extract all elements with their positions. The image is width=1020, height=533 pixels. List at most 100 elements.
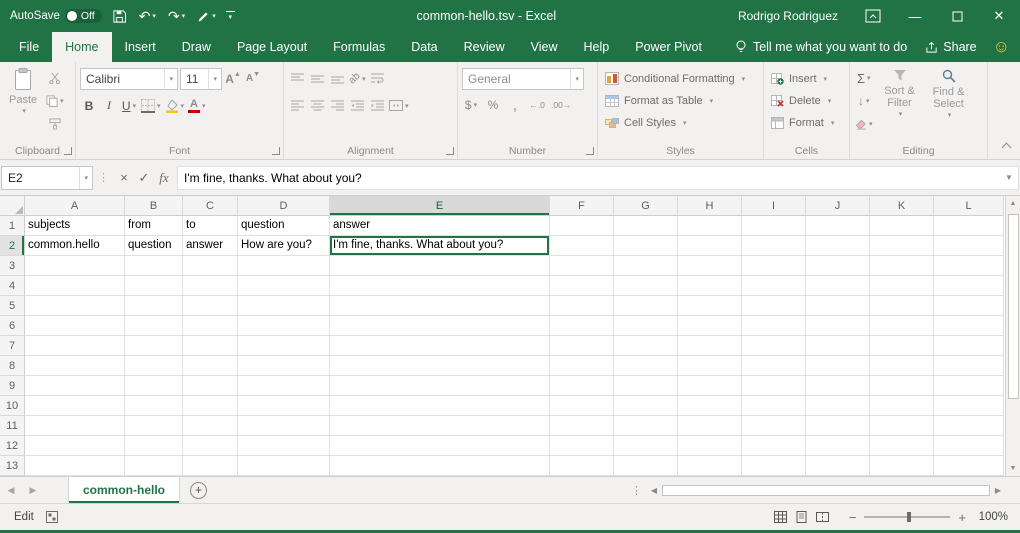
cell-F6[interactable] xyxy=(550,316,614,336)
format-as-table-chevron-icon[interactable]: ▾ xyxy=(710,97,714,105)
sort-filter-chevron-icon[interactable]: ▾ xyxy=(899,109,903,121)
cell-A2[interactable]: common.hello xyxy=(25,236,125,256)
cell-I5[interactable] xyxy=(742,296,806,316)
cell-A9[interactable] xyxy=(25,376,125,396)
name-box[interactable]: E2 ▾ xyxy=(1,166,93,190)
cell-H6[interactable] xyxy=(678,316,742,336)
cell-B2[interactable]: question xyxy=(125,236,183,256)
cell-H13[interactable] xyxy=(678,456,742,476)
zoom-slider[interactable] xyxy=(864,516,950,518)
cell-I6[interactable] xyxy=(742,316,806,336)
format-as-table-button[interactable]: Format as Table ▾ xyxy=(602,90,759,111)
cell-F4[interactable] xyxy=(550,276,614,296)
column-header-I[interactable]: I xyxy=(742,196,806,216)
cell-G2[interactable] xyxy=(614,236,678,256)
cell-E13[interactable] xyxy=(330,456,550,476)
cell-J7[interactable] xyxy=(806,336,870,356)
scroll-right-icon[interactable]: ▶ xyxy=(990,486,1006,495)
scroll-left-icon[interactable]: ◀ xyxy=(646,486,662,495)
insert-function-button[interactable]: fx xyxy=(154,166,174,190)
collapse-ribbon-button[interactable] xyxy=(1002,143,1012,153)
font-color-button[interactable]: A ▾ xyxy=(187,96,207,116)
conditional-formatting-button[interactable]: Conditional Formatting ▾ xyxy=(602,68,759,89)
cell-L7[interactable] xyxy=(934,336,1004,356)
cell-B8[interactable] xyxy=(125,356,183,376)
cell-E6[interactable] xyxy=(330,316,550,336)
user-name[interactable]: Rodrigo Rodriguez xyxy=(738,9,838,23)
cell-B13[interactable] xyxy=(125,456,183,476)
cell-E11[interactable] xyxy=(330,416,550,436)
cell-H7[interactable] xyxy=(678,336,742,356)
ribbon-tab-draw[interactable]: Draw xyxy=(169,32,224,62)
cell-J10[interactable] xyxy=(806,396,870,416)
cell-J3[interactable] xyxy=(806,256,870,276)
cell-G12[interactable] xyxy=(614,436,678,456)
row-header-5[interactable]: 5 xyxy=(0,296,25,316)
cell-B3[interactable] xyxy=(125,256,183,276)
cell-D6[interactable] xyxy=(238,316,330,336)
cell-L10[interactable] xyxy=(934,396,1004,416)
normal-view-button[interactable] xyxy=(774,511,787,523)
autosave-toggle[interactable]: AutoSave Off xyxy=(10,9,102,23)
find-select-chevron-icon[interactable]: ▾ xyxy=(948,110,952,122)
conditional-formatting-chevron-icon[interactable]: ▾ xyxy=(742,75,746,83)
copy-chevron-icon[interactable]: ▾ xyxy=(60,97,64,105)
ribbon-tab-data[interactable]: Data xyxy=(398,32,450,62)
cell-B11[interactable] xyxy=(125,416,183,436)
cell-I10[interactable] xyxy=(742,396,806,416)
fill-color-chevron-icon[interactable]: ▾ xyxy=(181,102,185,110)
cell-B7[interactable] xyxy=(125,336,183,356)
align-center-button[interactable] xyxy=(308,96,326,116)
cell-I2[interactable] xyxy=(742,236,806,256)
ribbon-tab-page-layout[interactable]: Page Layout xyxy=(224,32,320,62)
cell-I11[interactable] xyxy=(742,416,806,436)
copy-button[interactable]: ▾ xyxy=(45,91,65,111)
cell-D8[interactable] xyxy=(238,356,330,376)
cell-A3[interactable] xyxy=(25,256,125,276)
cell-L12[interactable] xyxy=(934,436,1004,456)
cell-K9[interactable] xyxy=(870,376,934,396)
cell-I4[interactable] xyxy=(742,276,806,296)
font-color-chevron-icon[interactable]: ▾ xyxy=(202,102,206,110)
cell-H9[interactable] xyxy=(678,376,742,396)
zoom-level[interactable]: 100% xyxy=(976,511,1008,523)
cell-I3[interactable] xyxy=(742,256,806,276)
cell-L9[interactable] xyxy=(934,376,1004,396)
borders-button[interactable]: ▾ xyxy=(140,96,162,116)
cell-D13[interactable] xyxy=(238,456,330,476)
column-header-F[interactable]: F xyxy=(550,196,614,216)
paste-button[interactable]: Paste ▾ xyxy=(4,65,42,143)
insert-cells-chevron-icon[interactable]: ▾ xyxy=(824,75,828,83)
column-header-B[interactable]: B xyxy=(125,196,183,216)
cell-L3[interactable] xyxy=(934,256,1004,276)
increase-decimal-button[interactable]: ←.0 xyxy=(528,95,546,115)
accounting-format-button[interactable]: $▾ xyxy=(462,95,480,115)
cell-A7[interactable] xyxy=(25,336,125,356)
cell-H2[interactable] xyxy=(678,236,742,256)
cell-A12[interactable] xyxy=(25,436,125,456)
new-sheet-button[interactable]: + xyxy=(190,482,207,499)
zoom-out-button[interactable]: − xyxy=(849,510,857,525)
delete-cells-chevron-icon[interactable]: ▾ xyxy=(828,97,832,105)
merge-center-chevron-icon[interactable]: ▾ xyxy=(405,102,409,110)
pen-button[interactable]: ▾ xyxy=(195,0,218,32)
undo-button[interactable]: ↶▾ xyxy=(137,0,158,32)
cell-G8[interactable] xyxy=(614,356,678,376)
number-format-select[interactable]: General ▾ xyxy=(462,68,584,90)
cell-L5[interactable] xyxy=(934,296,1004,316)
vertical-scroll-thumb[interactable] xyxy=(1008,214,1019,399)
column-header-A[interactable]: A xyxy=(25,196,125,216)
cell-C8[interactable] xyxy=(183,356,238,376)
font-size-chevron-icon[interactable]: ▾ xyxy=(208,69,221,89)
ribbon-tab-help[interactable]: Help xyxy=(571,32,623,62)
ribbon-tab-view[interactable]: View xyxy=(518,32,571,62)
row-header-8[interactable]: 8 xyxy=(0,356,25,376)
cell-K3[interactable] xyxy=(870,256,934,276)
cell-F5[interactable] xyxy=(550,296,614,316)
cell-I7[interactable] xyxy=(742,336,806,356)
cell-D4[interactable] xyxy=(238,276,330,296)
cell-K11[interactable] xyxy=(870,416,934,436)
ribbon-tab-review[interactable]: Review xyxy=(451,32,518,62)
italic-button[interactable]: I xyxy=(100,96,118,116)
ribbon-display-options-button[interactable] xyxy=(852,0,894,32)
